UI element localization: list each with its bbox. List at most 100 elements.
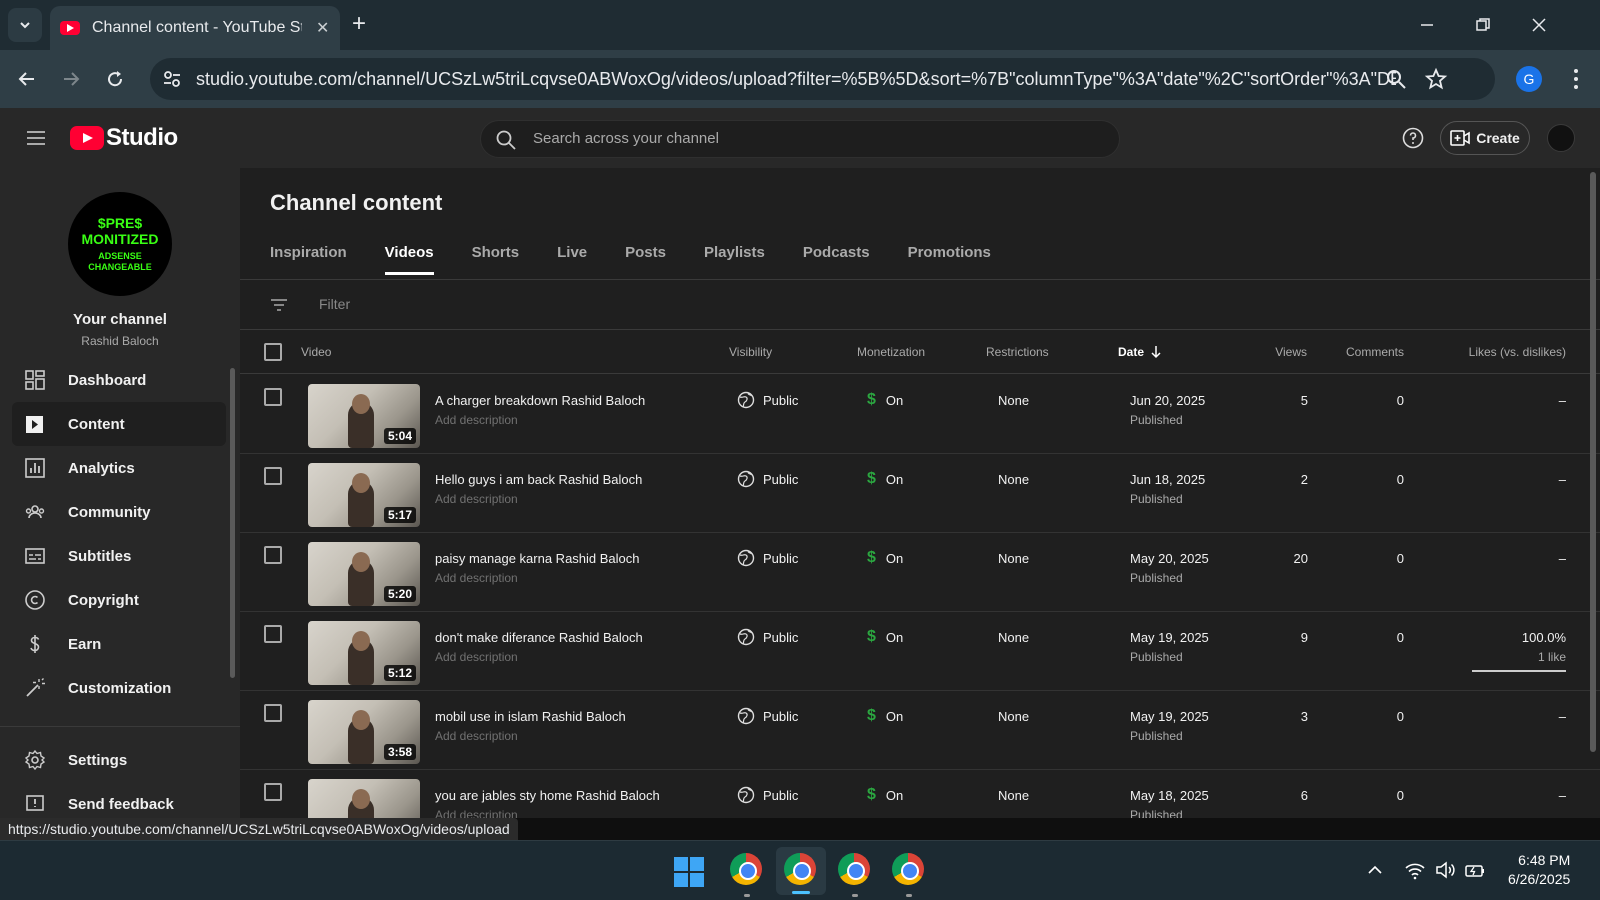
windows-start-icon[interactable] [674,857,704,887]
video-description[interactable]: Add description [435,413,518,427]
column-header-date[interactable]: Date [1118,345,1162,359]
sidebar-item-send-feedback[interactable]: Send feedback [12,782,226,818]
search-input[interactable]: Search across your channel [533,130,719,147]
video-thumbnail[interactable]: 5:04 [308,384,420,448]
row-checkbox[interactable] [264,625,282,643]
video-title[interactable]: A charger breakdown Rashid Baloch [435,393,645,408]
chrome-taskbar-icon-3[interactable] [838,853,874,897]
video-description[interactable]: Add description [435,492,518,506]
visibility-cell[interactable]: Public [737,628,798,646]
sidebar-item-customization[interactable]: Customization [12,666,226,710]
table-row[interactable]: 5:04 A charger breakdown Rashid Baloch Add… [240,375,1600,454]
visibility-cell[interactable]: Public [737,786,798,804]
table-row[interactable]: you are jables sty home Rashid Baloch Add… [240,770,1600,818]
tab-podcasts[interactable]: Podcasts [803,236,870,275]
forward-button[interactable] [56,64,86,94]
monetization-cell[interactable]: $ On [867,707,903,725]
row-checkbox[interactable] [264,704,282,722]
site-settings-icon[interactable] [160,67,184,91]
tab-inspiration[interactable]: Inspiration [270,236,347,275]
account-avatar[interactable] [1547,124,1575,152]
video-thumbnail[interactable]: 5:20 [308,542,420,606]
tab-live[interactable]: Live [557,236,587,275]
video-title[interactable]: mobil use in islam Rashid Baloch [435,709,626,724]
restore-button[interactable] [1468,10,1498,40]
video-description[interactable]: Add description [435,650,518,664]
sidebar-item-earn[interactable]: Earn [12,622,226,666]
select-all-checkbox[interactable] [264,343,282,361]
row-checkbox[interactable] [264,546,282,564]
search-bar[interactable]: Search across your channel [480,120,1120,158]
chrome-taskbar-icon-1[interactable] [730,853,766,897]
tab-posts[interactable]: Posts [625,236,666,275]
back-button[interactable] [12,64,42,94]
tab-playlists[interactable]: Playlists [704,236,765,275]
monetization-cell[interactable]: $ On [867,628,903,646]
video-title[interactable]: paisy manage karna Rashid Baloch [435,551,640,566]
row-checkbox[interactable] [264,467,282,485]
video-title[interactable]: Hello guys i am back Rashid Baloch [435,472,642,487]
video-thumbnail[interactable]: 5:12 [308,621,420,685]
help-icon[interactable] [1401,126,1425,150]
sidebar-item-subtitles[interactable]: Subtitles [12,534,226,578]
chevron-up-icon[interactable] [1364,859,1386,881]
visibility-cell[interactable]: Public [737,549,798,567]
filter-input[interactable]: Filter [319,296,350,312]
tab-shorts[interactable]: Shorts [472,236,520,275]
video-description[interactable]: Add description [435,571,518,585]
address-bar[interactable]: studio.youtube.com/channel/UCSzLw5triLcq… [150,58,1495,100]
row-checkbox[interactable] [264,783,282,801]
taskbar-clock[interactable]: 6:48 PM 6/26/2025 [1508,851,1570,889]
monetization-cell[interactable]: $ On [867,470,903,488]
tab-videos[interactable]: Videos [384,236,434,275]
tab-promotions[interactable]: Promotions [908,236,991,275]
main-scrollbar[interactable] [1590,172,1596,752]
browser-tab-active[interactable]: Channel content - YouTube Studio ✕ [50,6,340,50]
browser-profile-avatar[interactable]: G [1516,66,1542,92]
close-window-button[interactable] [1524,10,1554,40]
sidebar-item-dashboard[interactable]: Dashboard [12,358,226,402]
minimize-button[interactable] [1412,10,1442,40]
visibility-cell[interactable]: Public [737,391,798,409]
video-thumbnail[interactable] [308,779,420,818]
url-text[interactable]: studio.youtube.com/channel/UCSzLw5triLcq… [196,69,1396,90]
battery-icon[interactable] [1464,859,1486,881]
channel-avatar[interactable]: $PRE$ MONITIZED ADSENSE CHANGEABLE [68,192,172,296]
monetization-cell[interactable]: $ On [867,786,903,804]
monetization-cell[interactable]: $ On [867,549,903,567]
video-title[interactable]: you are jables sty home Rashid Baloch [435,788,660,803]
filter-icon[interactable] [268,294,290,316]
volume-icon[interactable] [1434,859,1456,881]
video-title[interactable]: don't make diferance Rashid Baloch [435,630,643,645]
close-tab-icon[interactable]: ✕ [316,18,329,38]
video-thumbnail[interactable]: 3:58 [308,700,420,764]
table-row[interactable]: 3:58 mobil use in islam Rashid Baloch Add … [240,691,1600,770]
chrome-taskbar-icon-4[interactable] [892,853,928,897]
monetization-cell[interactable]: $ On [867,391,903,409]
sidebar-item-content[interactable]: Content [12,402,226,446]
sidebar-scrollbar[interactable] [230,368,235,678]
tab-search-button[interactable] [8,8,42,42]
sidebar-item-settings[interactable]: Settings [12,738,226,782]
new-tab-button[interactable]: + [352,12,366,36]
video-description[interactable]: Add description [435,808,518,818]
zoom-icon[interactable] [1384,67,1408,91]
create-button[interactable]: Create [1440,121,1530,155]
visibility-cell[interactable]: Public [737,707,798,725]
sidebar-item-community[interactable]: Community [12,490,226,534]
table-row[interactable]: 5:20 paisy manage karna Rashid Baloch Add … [240,533,1600,612]
row-checkbox[interactable] [264,388,282,406]
table-row[interactable]: 5:17 Hello guys i am back Rashid Baloch Ad… [240,454,1600,533]
video-thumbnail[interactable]: 5:17 [308,463,420,527]
sidebar-item-analytics[interactable]: Analytics [12,446,226,490]
menu-icon[interactable] [24,126,48,150]
video-description[interactable]: Add description [435,729,518,743]
sidebar-item-copyright[interactable]: Copyright [12,578,226,622]
more-vert-icon[interactable] [1566,66,1586,92]
bookmark-star-icon[interactable] [1424,67,1448,91]
visibility-cell[interactable]: Public [737,470,798,488]
studio-logo[interactable]: Studio [70,124,178,152]
wifi-icon[interactable] [1404,859,1426,881]
chrome-taskbar-icon-2[interactable] [784,853,820,889]
reload-button[interactable] [100,64,130,94]
